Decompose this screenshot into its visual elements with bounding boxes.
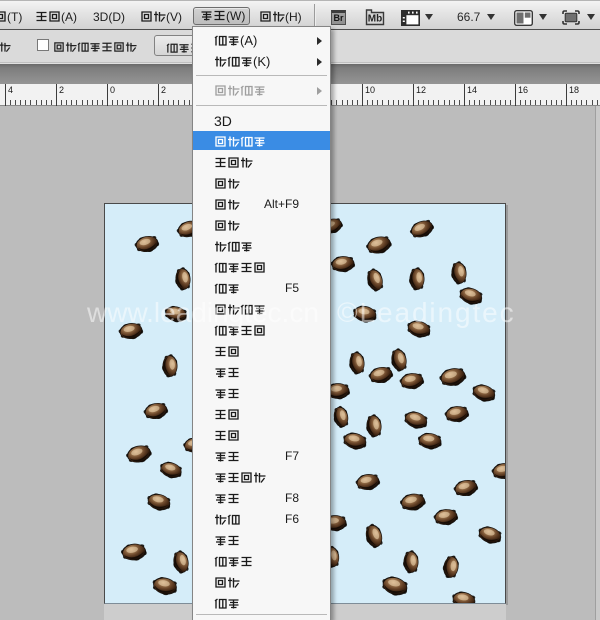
svg-text:Mb: Mb xyxy=(368,14,382,25)
